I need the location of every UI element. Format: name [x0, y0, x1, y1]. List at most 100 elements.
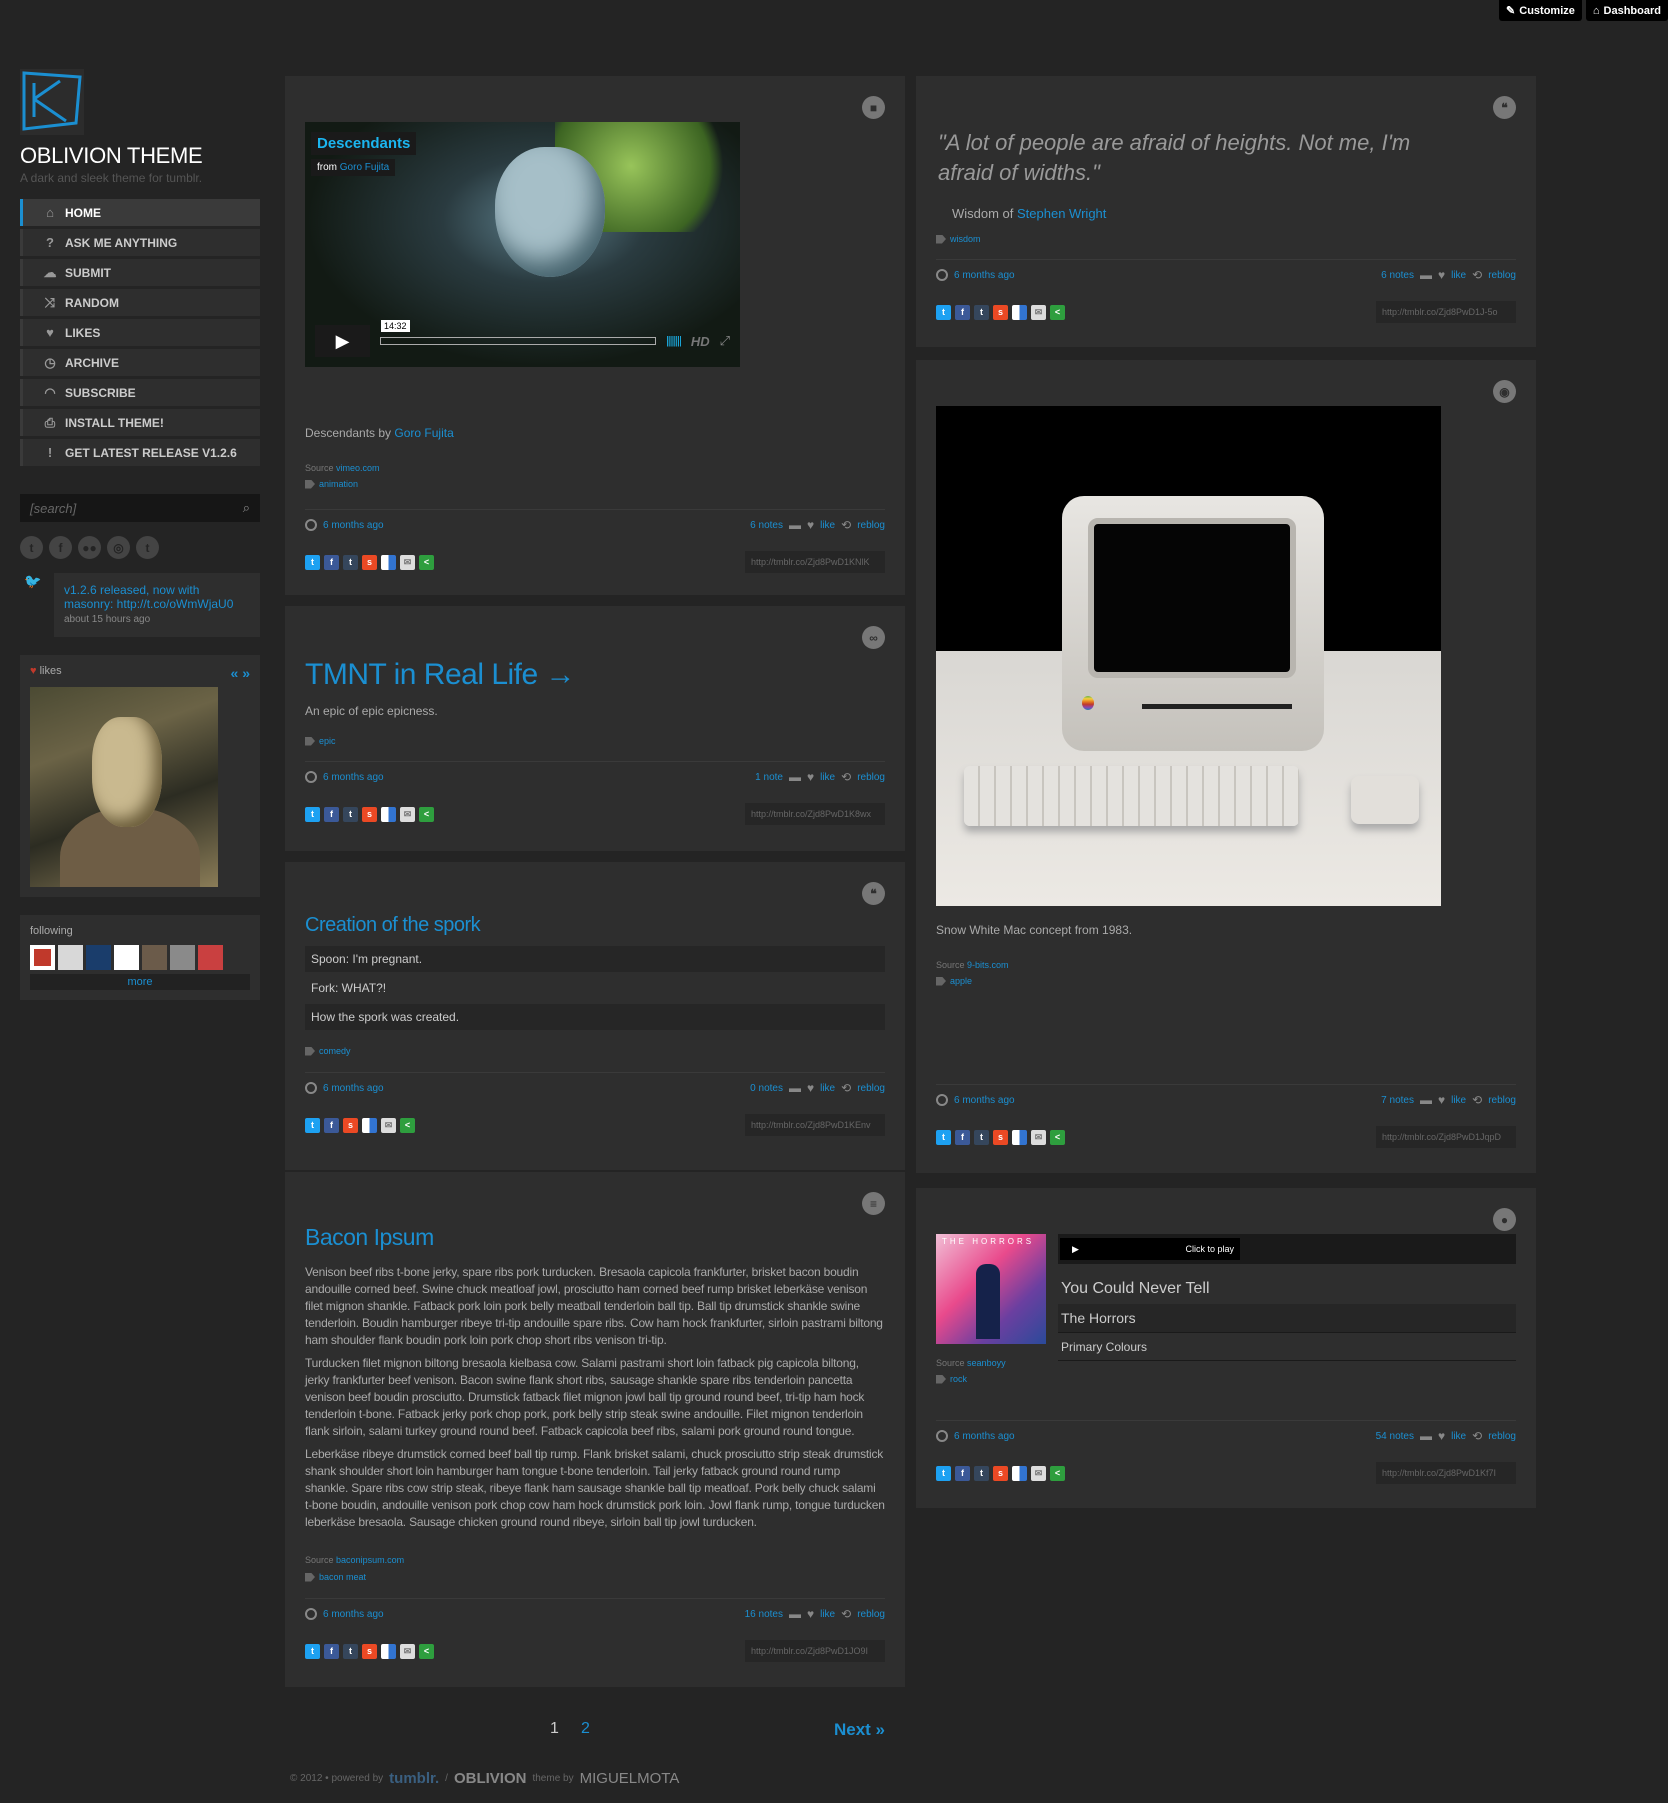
nav-item-home[interactable]: ⌂ HOME [20, 199, 260, 226]
twitter-share-icon[interactable]: t [936, 1129, 951, 1145]
notes-link[interactable]: 16 notes [745, 1609, 783, 1620]
facebook-icon[interactable]: f [49, 536, 72, 559]
search-input[interactable]: [search] ⌕ [20, 494, 260, 522]
site-title[interactable]: OBLIVION THEME [20, 143, 260, 169]
tag-link[interactable]: comedy [319, 1046, 351, 1056]
avatar[interactable] [86, 945, 111, 970]
tag-link[interactable]: rock [950, 1374, 967, 1384]
tumblr-share-icon[interactable]: t [974, 1129, 989, 1145]
source-link[interactable]: vimeo.com [336, 463, 380, 473]
post-photo-image[interactable] [936, 406, 1441, 906]
twitter-share-icon[interactable]: t [305, 806, 320, 822]
tumblr-icon[interactable]: t [136, 536, 159, 559]
source-link[interactable]: 9-bits.com [967, 960, 1009, 970]
reblog-link[interactable]: reblog [857, 1609, 885, 1620]
stumbleupon-share-icon[interactable]: s [362, 1643, 377, 1659]
avatar[interactable] [30, 945, 55, 970]
notes-link[interactable]: 54 notes [1376, 1431, 1414, 1442]
share-more-icon[interactable]: < [419, 1643, 434, 1659]
like-link[interactable]: like [1451, 1431, 1466, 1442]
share-more-icon[interactable]: < [1050, 1465, 1065, 1481]
notes-link[interactable]: 6 notes [1381, 270, 1414, 281]
hd-toggle[interactable]: HD [691, 334, 710, 349]
customize-button[interactable]: ✎ Customize [1499, 0, 1582, 21]
email-share-icon[interactable]: ✉ [400, 1643, 415, 1659]
reblog-link[interactable]: reblog [1488, 1431, 1516, 1442]
facebook-share-icon[interactable]: f [955, 304, 970, 320]
tumblr-share-icon[interactable]: t [343, 806, 358, 822]
site-logo[interactable] [20, 69, 84, 135]
tumblr-share-icon[interactable]: t [343, 554, 358, 570]
delicious-share-icon[interactable] [1012, 1129, 1027, 1145]
video-progress-bar[interactable]: 14:32 [380, 320, 656, 345]
facebook-share-icon[interactable]: f [955, 1129, 970, 1145]
facebook-share-icon[interactable]: f [324, 1117, 339, 1133]
stumbleupon-share-icon[interactable]: s [362, 806, 377, 822]
notes-link[interactable]: 0 notes [750, 1083, 783, 1094]
avatar[interactable] [142, 945, 167, 970]
video-player[interactable]: Descendants from Goro Fujita ▶ 14:32 |||… [305, 122, 740, 367]
post-time-link[interactable]: 6 months ago [954, 270, 1015, 281]
short-url-field[interactable]: http://tmblr.co/Zjd8PwD1KEnv [745, 1114, 885, 1136]
notes-link[interactable]: 7 notes [1381, 1095, 1414, 1106]
share-more-icon[interactable]: < [400, 1117, 415, 1133]
dashboard-button[interactable]: ⌂ Dashboard [1585, 0, 1668, 21]
reblog-link[interactable]: reblog [857, 1083, 885, 1094]
short-url-field[interactable]: http://tmblr.co/Zjd8PwD1Kf7I [1376, 1462, 1516, 1484]
source-link[interactable]: seanboyy [967, 1358, 1006, 1368]
tweet-link[interactable]: v1.2.6 released, now with masonry: http:… [64, 583, 233, 611]
delicious-share-icon[interactable] [1012, 1465, 1027, 1481]
facebook-share-icon[interactable]: f [324, 554, 339, 570]
page-2-link[interactable]: 2 [581, 1720, 590, 1738]
reblog-link[interactable]: reblog [1488, 1095, 1516, 1106]
stumbleupon-share-icon[interactable]: s [993, 1129, 1008, 1145]
video-title[interactable]: Descendants [311, 132, 417, 155]
link-post-title[interactable]: TMNT in Real Life → [305, 658, 576, 692]
short-url-field[interactable]: http://tmblr.co/Zjd8PwD1JqpD [1376, 1126, 1516, 1148]
delicious-share-icon[interactable] [1012, 304, 1027, 320]
nav-item-archive[interactable]: ◷ ARCHIVE [20, 349, 260, 376]
email-share-icon[interactable]: ✉ [1031, 304, 1046, 320]
twitter-share-icon[interactable]: t [305, 1117, 320, 1133]
play-button[interactable]: ▶ [315, 325, 370, 357]
post-time-link[interactable]: 6 months ago [323, 1609, 384, 1620]
like-link[interactable]: like [1451, 270, 1466, 281]
nav-item-ask[interactable]: ? ASK ME ANYTHING [20, 229, 260, 256]
like-link[interactable]: like [1451, 1095, 1466, 1106]
nav-item-likes[interactable]: ♥ LIKES [20, 319, 260, 346]
avatar[interactable] [114, 945, 139, 970]
like-link[interactable]: like [820, 520, 835, 531]
oblivion-link[interactable]: OBLIVION [454, 1770, 527, 1787]
search-icon[interactable]: ⌕ [243, 500, 250, 516]
share-more-icon[interactable]: < [419, 806, 434, 822]
avatar[interactable] [58, 945, 83, 970]
reblog-link[interactable]: reblog [1488, 270, 1516, 281]
volume-icon[interactable]: |||||||| [666, 335, 682, 347]
twitter-icon[interactable]: t [20, 536, 43, 559]
reblog-link[interactable]: reblog [857, 520, 885, 531]
post-time-link[interactable]: 6 months ago [323, 520, 384, 531]
twitter-share-icon[interactable]: t [936, 1465, 951, 1481]
email-share-icon[interactable]: ✉ [1031, 1465, 1046, 1481]
text-post-icon[interactable]: ≡ [862, 1192, 885, 1215]
post-time-link[interactable]: 6 months ago [323, 772, 384, 783]
quote-bubble-icon[interactable]: ❝ [1493, 96, 1516, 119]
flickr-icon[interactable]: ●● [78, 536, 101, 559]
tag-link[interactable]: animation [319, 479, 358, 489]
email-share-icon[interactable]: ✉ [381, 1117, 396, 1133]
tumblr-share-icon[interactable]: t [974, 1465, 989, 1481]
video-camera-icon[interactable]: ■ [862, 96, 885, 119]
nav-item-subscribe[interactable]: ◠ SUBSCRIBE [20, 379, 260, 406]
nav-item-latest-release[interactable]: ! GET LATEST RELEASE V1.2.6 [20, 439, 260, 466]
video-author-link[interactable]: Goro Fujita [340, 162, 389, 173]
caption-author-link[interactable]: Goro Fujita [394, 426, 453, 440]
email-share-icon[interactable]: ✉ [1031, 1129, 1046, 1145]
email-share-icon[interactable]: ✉ [400, 806, 415, 822]
likes-nav-arrows[interactable]: « » [231, 665, 250, 681]
short-url-field[interactable]: http://tmblr.co/Zjd8PwD1J-5o [1376, 301, 1516, 323]
delicious-share-icon[interactable] [381, 1643, 396, 1659]
short-url-field[interactable]: http://tmblr.co/Zjd8PwD1K8wx [745, 803, 885, 825]
reblog-link[interactable]: reblog [857, 772, 885, 783]
audio-play-button[interactable]: ▶ Click to play [1060, 1238, 1240, 1260]
like-link[interactable]: like [820, 772, 835, 783]
